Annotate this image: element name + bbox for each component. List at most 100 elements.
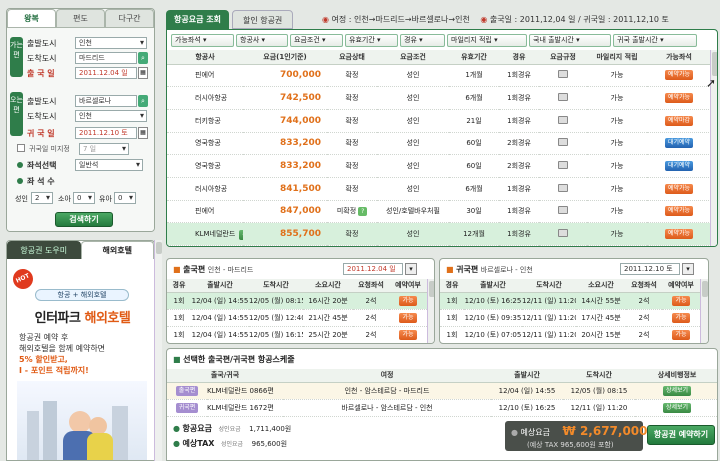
book-available-button[interactable]: 가능 bbox=[672, 295, 690, 306]
seat-cell[interactable]: 예약마감 bbox=[647, 109, 711, 133]
flight-row[interactable]: 1회 12/04 (일) 14:55 12/05 (월) 12:40 21시간 45분… bbox=[167, 309, 427, 327]
fare-row[interactable]: 영국항공 833,200 확정 성인 60일 2회경유 가능 대기예약 bbox=[167, 132, 711, 156]
ret-depart-search-icon[interactable]: ⌕ bbox=[138, 95, 148, 107]
fare-rules-icon[interactable] bbox=[558, 161, 568, 170]
airline-cell[interactable]: 핀에어 bbox=[167, 64, 243, 88]
seat-cell[interactable]: 예약가능 bbox=[647, 86, 711, 110]
fare-rules-icon[interactable] bbox=[558, 93, 568, 102]
rules-cell[interactable] bbox=[539, 222, 587, 246]
col-price[interactable]: 요금(1인기준) bbox=[243, 50, 327, 64]
outbound-date-field[interactable]: 2011.12.04 일 bbox=[343, 263, 403, 275]
flight-row[interactable]: 1회 12/10 (토) 16:25 12/11 (일) 11:20 14시간 55분… bbox=[440, 292, 700, 310]
col-airline[interactable]: 항공사 bbox=[167, 50, 243, 64]
airline-cell[interactable]: 터키항공 bbox=[167, 109, 243, 133]
inbound-date-field[interactable]: 2011.12.10 토 bbox=[620, 263, 680, 275]
outbound-date-dropdown-icon[interactable]: ▾ bbox=[405, 263, 417, 275]
return-unset-select[interactable]: 7 일 bbox=[79, 143, 129, 155]
flight-row[interactable]: 1회 12/10 (토) 07:05 12/11 (일) 11:20 20시간 15분… bbox=[440, 326, 700, 343]
rules-cell[interactable] bbox=[539, 86, 587, 110]
filter-airline[interactable]: 항공사 ▾ bbox=[236, 34, 288, 47]
fare-row[interactable]: 핀에어 847,000 미확정? 성인/호텔바우처필 30일 1회경유 가능 예약가능 bbox=[167, 200, 711, 224]
tab-discount-tickets[interactable]: 할인 항공권 bbox=[231, 10, 294, 29]
rules-cell[interactable] bbox=[539, 64, 587, 88]
flight-book-cell[interactable]: 가능 bbox=[662, 309, 700, 327]
out-depart-select[interactable]: 인천 bbox=[75, 37, 147, 49]
airline-cell[interactable]: 러시아항공 bbox=[167, 86, 243, 110]
flight-book-cell[interactable]: 가능 bbox=[389, 292, 427, 310]
filter-return-time[interactable]: 귀국 출발시간 ▾ bbox=[613, 34, 697, 47]
search-button[interactable]: 검색하기 bbox=[55, 212, 113, 227]
flight-row[interactable]: 1회 12/04 (일) 14:55 12/05 (월) 08:15 16시간 20분… bbox=[167, 292, 427, 310]
filter-validity[interactable]: 유효기간 ▾ bbox=[345, 34, 398, 47]
ret-date-field[interactable]: 2011.12.10 토 bbox=[75, 127, 137, 139]
seat-availability-button[interactable]: 예약가능 bbox=[664, 183, 694, 194]
fare-rules-icon[interactable] bbox=[558, 229, 568, 238]
book-available-button[interactable]: 가능 bbox=[399, 295, 417, 306]
rules-cell[interactable] bbox=[539, 109, 587, 133]
rules-cell[interactable] bbox=[539, 177, 587, 201]
seat-cell[interactable]: 대기예약 bbox=[647, 132, 711, 156]
tab-roundtrip[interactable]: 왕복 bbox=[7, 9, 56, 27]
seat-cell[interactable]: 예약가능 bbox=[647, 177, 711, 201]
rules-cell[interactable] bbox=[539, 154, 587, 178]
flight-book-cell[interactable]: 가능 bbox=[662, 343, 700, 344]
fare-row[interactable]: 핀에어 700,000 확정 성인 1개월 1회경유 가능 예약가능 bbox=[167, 64, 711, 88]
rules-cell[interactable] bbox=[539, 200, 587, 224]
flight-book-cell[interactable]: 가능 bbox=[389, 309, 427, 327]
rules-cell[interactable] bbox=[539, 132, 587, 156]
seat-class-select[interactable]: 일반석 bbox=[75, 159, 143, 171]
filter-fare-condition[interactable]: 요금조건 ▾ bbox=[290, 34, 343, 47]
seat-availability-button[interactable]: 예약가능 bbox=[664, 70, 694, 81]
fare-rules-icon[interactable] bbox=[558, 138, 568, 147]
tab-overseas-hotel[interactable]: 해외호텔 bbox=[80, 241, 154, 259]
book-available-button[interactable]: 가능 bbox=[399, 329, 417, 340]
ret-arrive-select[interactable]: 인천 bbox=[75, 110, 147, 122]
airline-cell[interactable]: 영국항공 bbox=[167, 154, 243, 178]
flight-row[interactable]: 1회12/04 (일) 14:5512/05 (월) 21:1030시간 15분… bbox=[167, 343, 427, 344]
detail-view-button[interactable]: 상세보기 bbox=[662, 385, 692, 396]
calendar-icon[interactable]: ▦ bbox=[138, 67, 148, 79]
out-arrive-search-icon[interactable]: ⌕ bbox=[138, 52, 148, 64]
seat-availability-button[interactable]: 대기예약 bbox=[664, 138, 694, 149]
fare-rules-icon[interactable] bbox=[558, 115, 568, 124]
detail-view-button[interactable]: 상세보기 bbox=[662, 402, 692, 413]
left-scrollbar[interactable] bbox=[154, 240, 162, 461]
flight-row[interactable]: 1회 12/04 (일) 14:55 12/05 (월) 16:15 25시간 20분… bbox=[167, 326, 427, 343]
seat-cell[interactable]: 예약가능 bbox=[647, 222, 711, 246]
tab-multicity[interactable]: 다구간 bbox=[105, 9, 154, 27]
outbound-scrollbar[interactable] bbox=[427, 279, 434, 343]
seat-cell[interactable]: 예약가능 bbox=[647, 64, 711, 88]
flight-book-cell[interactable]: 가능 bbox=[662, 292, 700, 310]
tab-oneway[interactable]: 편도 bbox=[56, 9, 105, 27]
inbound-date-dropdown-icon[interactable]: ▾ bbox=[682, 263, 694, 275]
filter-mileage[interactable]: 마일리지 적립 ▾ bbox=[447, 34, 527, 47]
tab-fare-search[interactable]: 항공요금 조회 bbox=[166, 10, 229, 29]
seat-availability-button[interactable]: 예약가능 bbox=[664, 93, 694, 104]
airline-cell[interactable]: 러시아항공 bbox=[167, 177, 243, 201]
seat-availability-button[interactable]: 예약마감 bbox=[664, 115, 694, 126]
fare-rules-icon[interactable] bbox=[558, 183, 568, 192]
help-icon[interactable]: ? bbox=[358, 207, 368, 217]
flight-row[interactable]: 1회12/10 (토) 06:0012/11 (일) 11:2021시간 20분… bbox=[440, 343, 700, 344]
airline-cell[interactable]: 핀에어 bbox=[167, 200, 243, 224]
fare-rules-icon[interactable] bbox=[558, 206, 568, 215]
seat-availability-button[interactable]: 예약가능 bbox=[664, 229, 694, 240]
airline-cell[interactable]: KLM네덜란드추가할인 bbox=[167, 222, 243, 246]
book-available-button[interactable]: 가능 bbox=[399, 312, 417, 323]
tab-flight-helper[interactable]: 항공권 도우미 bbox=[7, 241, 81, 259]
fare-row[interactable]: 터키항공 744,000 확정 성인 21일 1회경유 가능 예약마감 bbox=[167, 109, 711, 133]
return-unset-checkbox[interactable] bbox=[17, 144, 25, 152]
schedule-detail-cell[interactable]: 상세보기 bbox=[635, 399, 717, 417]
schedule-detail-cell[interactable]: 상세보기 bbox=[635, 382, 717, 400]
fare-row[interactable]: 러시아항공 841,500 확정 성인 6개월 1회경유 가능 예약가능 bbox=[167, 177, 711, 201]
seat-cell[interactable]: 예약가능 bbox=[647, 200, 711, 224]
inbound-scrollbar[interactable] bbox=[700, 279, 708, 343]
out-date-field[interactable]: 2011.12.04 일 bbox=[75, 67, 137, 79]
book-flight-button[interactable]: 항공권 예약하기 bbox=[647, 425, 715, 445]
seat-availability-button[interactable]: 대기예약 bbox=[664, 161, 694, 172]
adult-select[interactable]: 2 bbox=[31, 192, 53, 204]
flight-book-cell[interactable]: 가능 bbox=[389, 343, 427, 344]
flight-row[interactable]: 1회 12/10 (토) 09:35 12/11 (일) 11:20 17시간 45분… bbox=[440, 309, 700, 327]
airline-cell[interactable]: 영국항공 bbox=[167, 132, 243, 156]
fare-row[interactable]: KLM네덜란드추가할인855,700 확정 성인12개월1회경유 가능 예약가능 bbox=[167, 222, 711, 246]
